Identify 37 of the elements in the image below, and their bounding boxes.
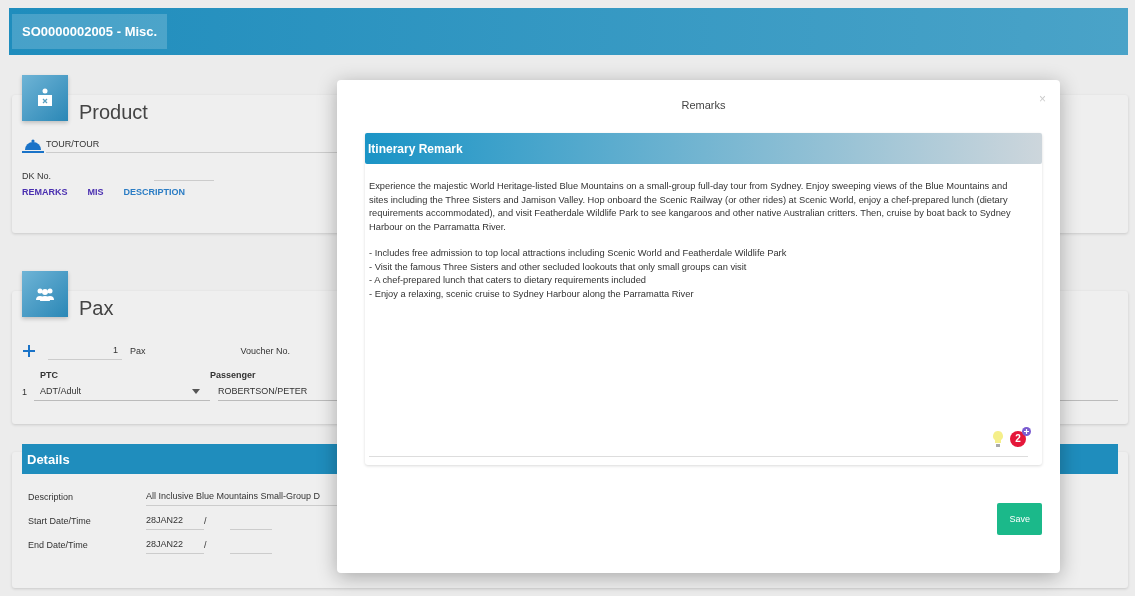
ptc-dropdown[interactable]: ADT/Adult [34,386,210,401]
card-title: Product [79,101,148,123]
field-label: End Date/Time [27,540,89,552]
remark-text-field[interactable] [369,180,1028,457]
caret-icon [192,388,200,394]
section-link[interactable]: MIS [87,187,104,197]
voucher-label: Voucher No. [240,345,291,356]
field-label: Description [27,492,75,504]
remark-line: - Includes free admission to top local attractions including Scenic World and Featherdale Wildlife Park [369,247,788,260]
lightbulb-icon[interactable] [992,430,1004,448]
date-field[interactable]: 28JAN22 [146,515,204,530]
remark-paragraph: Experience the majestic World Heritage-listed Blue Mountains on a small-group full-day tour from Sydney. Enjoy sweeping views of the Blue Mountains and sites including the Three Sisters and Jamison Valley. Hop onboard the Scenic Railway (or other rides) at Scenic World, enjoy a chef-prepared lunch (dietary requirements accommodated), and visit Featherdale Wildlife Park to see kangaroos and other native Australian critters. Then, cruise by boat back to Sydney Harbour on the Parramatta River. [369,180,1012,234]
people-icon [35,287,55,301]
remark-line: - Visit the famous Three Sisters and other secluded lookouts that only small groups can visit [369,260,748,274]
section-link[interactable]: REMARKS [22,187,68,197]
row-number: 1 [22,387,28,399]
pax-label: Pax [130,345,146,356]
section-title: Details [27,451,70,467]
plus-icon [1022,427,1031,436]
section-title: Itinerary Remark [368,141,463,156]
dialog-title: Remarks [680,99,727,111]
column-header: PTC [40,370,59,380]
field-label: DK No. [22,171,52,181]
column-header: Passenger [210,370,256,380]
remark-line: - A chef-prepared lunch that caters to dietary requirements included [369,274,647,287]
date-field[interactable]: 28JAN22 [146,539,204,554]
card-title: Pax [79,297,114,319]
field-label: Start Date/Time [27,516,92,528]
separator: / [204,516,208,528]
desk-icon [37,88,53,108]
pax-count-field[interactable]: 1 [48,341,122,360]
remark-line: - Enjoy a relaxing, scenic cruise to Sydney Harbour along the Parramatta River [369,287,695,301]
add-icon[interactable] [22,343,36,358]
section-link[interactable]: DESCRIPTION [123,187,186,197]
separator: / [204,540,208,552]
spellcheck-badge[interactable]: 2 [1010,431,1026,447]
bell-icon [22,139,44,153]
